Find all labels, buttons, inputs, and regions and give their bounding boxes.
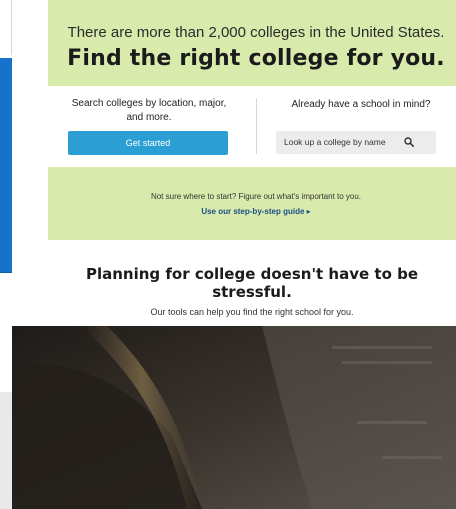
planning-subtitle: Our tools can help you find the right sc… <box>150 307 354 317</box>
step-by-step-guide-link[interactable]: Use our step-by-step guide ▸ <box>66 207 446 216</box>
school-in-mind-text: Already have a school in mind? <box>291 99 431 110</box>
planning-title: Planning for college doesn't have to be … <box>85 265 419 301</box>
college-lookup-input[interactable]: Look up a college by name <box>276 131 436 154</box>
college-lookup-placeholder: Look up a college by name <box>284 137 386 147</box>
get-started-button[interactable]: Get started <box>68 131 228 155</box>
book-photo-art <box>12 326 456 509</box>
hero-section: There are more than 2,000 colleges in th… <box>48 0 456 240</box>
card-divider <box>256 98 257 154</box>
left-panel-edge <box>0 0 12 55</box>
search-card: Search colleges by location, major, and … <box>48 86 456 167</box>
search-icon[interactable] <box>404 137 414 147</box>
hero-subheading: There are more than 2,000 colleges in th… <box>67 24 445 41</box>
guide-prompt: Not sure where to start? Figure out what… <box>150 192 362 201</box>
hero-title: Find the right college for you. <box>67 46 445 71</box>
search-by-location-text: Search colleges by location, major, and … <box>71 98 227 123</box>
book-photo <box>12 326 456 509</box>
left-blue-panel <box>0 58 12 273</box>
left-gray-panel <box>0 392 12 509</box>
